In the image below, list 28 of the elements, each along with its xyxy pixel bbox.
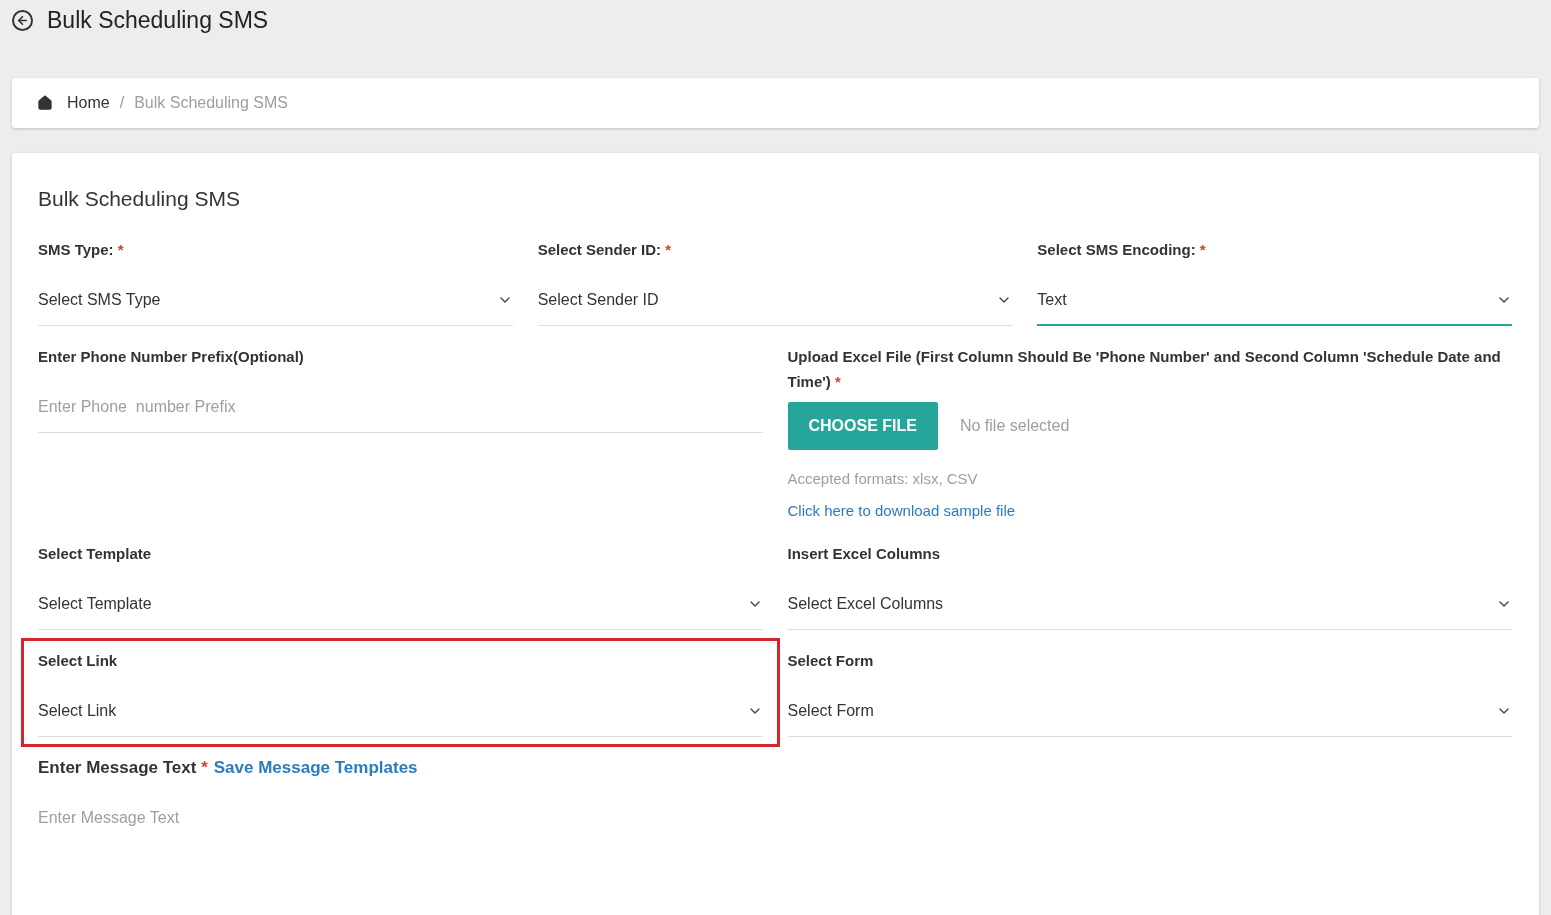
select-dropdown[interactable]: Select Link: [38, 686, 763, 737]
field-label: Select SMS Encoding: *: [1037, 239, 1207, 260]
breadcrumb-separator: /: [119, 93, 125, 113]
message-text-field[interactable]: Enter Message Text: [38, 805, 1512, 886]
field-label: Insert Excel Columns: [787, 543, 942, 564]
select-dropdown[interactable]: Text: [1037, 275, 1512, 326]
select-dropdown[interactable]: Select Form: [787, 686, 1512, 737]
breadcrumb-link[interactable]: Home: [67, 91, 110, 115]
field-label: Enter Message Text *: [38, 756, 208, 779]
field-label: Select Sender ID: *: [537, 239, 673, 260]
input-field[interactable]: Enter Phone number Prefix: [38, 382, 763, 433]
format-hint: Accepted formats: xlsx, CSV: [787, 468, 979, 489]
form-title: Bulk Scheduling SMS: [38, 186, 241, 212]
page-title: Bulk Scheduling SMS: [47, 5, 269, 35]
select-dropdown[interactable]: Select Template: [38, 579, 763, 630]
field-label: Upload Excel File (First Column Should Be 'Phone Number' and Second Column 'Schedule Date and Time') *: [787, 346, 1502, 392]
field-label: Enter Phone Number Prefix(Optional): [38, 346, 305, 367]
download-sample-link[interactable]: Click here to download sample file: [787, 500, 1016, 523]
select-dropdown[interactable]: Select Sender ID: [537, 275, 1013, 326]
home-icon: [37, 95, 53, 111]
field-label: SMS Type: *: [38, 239, 125, 260]
select-dropdown[interactable]: Select Excel Columns: [787, 579, 1512, 630]
file-status: No file selected: [959, 415, 1070, 436]
field-label: Select Template: [38, 543, 153, 564]
select-dropdown[interactable]: Select SMS Type: [38, 275, 513, 326]
field-label: Select Link: [38, 650, 119, 671]
save-templates-link[interactable]: Save Message Templates: [213, 754, 418, 780]
field-label: Select Form: [787, 650, 875, 671]
